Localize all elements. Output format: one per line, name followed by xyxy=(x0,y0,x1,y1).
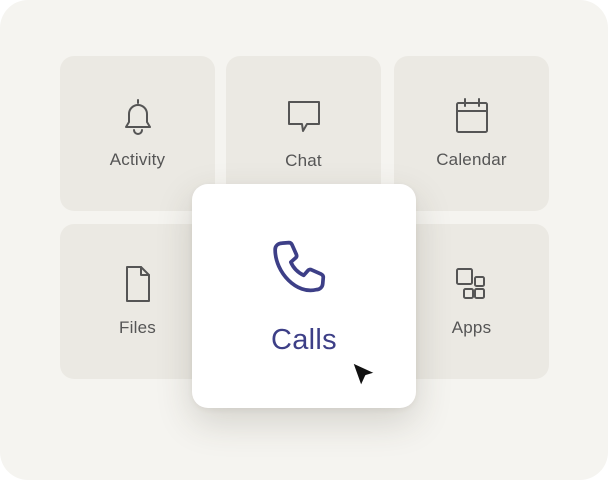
tile-activity-label: Activity xyxy=(109,150,166,169)
tile-chat-label: Chat xyxy=(285,151,322,170)
apps-grid-icon xyxy=(452,264,492,304)
tile-calendar[interactable]: Calendar xyxy=(394,56,549,211)
bell-icon xyxy=(118,96,158,136)
phone-icon xyxy=(268,236,334,302)
tile-calendar-label: Calendar xyxy=(436,150,507,169)
calendar-icon xyxy=(452,96,492,136)
mouse-pointer-icon xyxy=(349,359,381,393)
chat-icon xyxy=(284,96,324,136)
tile-apps[interactable]: Apps xyxy=(394,224,549,379)
file-icon xyxy=(118,264,158,304)
tile-calls-selected[interactable]: Calls xyxy=(192,184,416,408)
tile-activity[interactable]: Activity xyxy=(60,56,215,211)
tile-calls-label: Calls xyxy=(271,324,337,356)
tile-apps-label: Apps xyxy=(451,318,492,337)
app-launcher-panel: Activity Chat Calendar Files Apps Calls xyxy=(0,0,608,480)
